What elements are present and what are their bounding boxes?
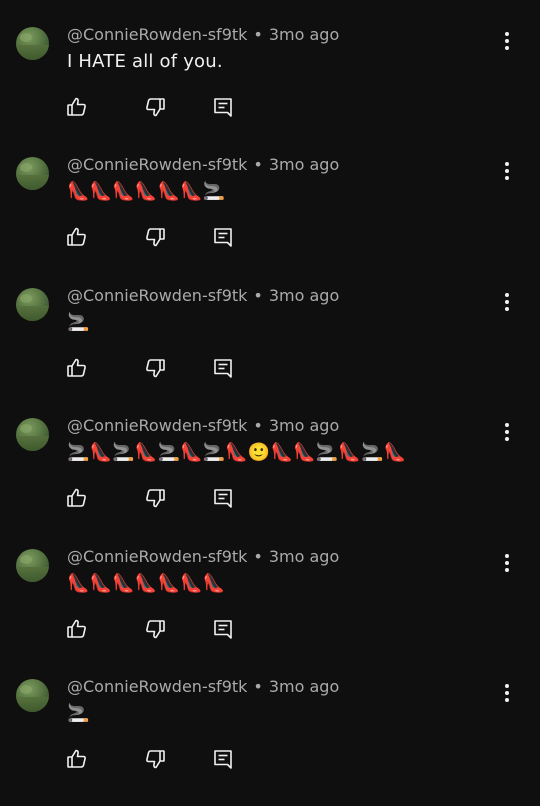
comment-time[interactable]: 3mo ago: [269, 677, 339, 696]
comment-meta: @ConnieRowden-sf9tk • 3mo ago: [67, 286, 339, 306]
comment-time[interactable]: 3mo ago: [269, 286, 339, 305]
thumbs-down-icon: [146, 620, 165, 639]
avatar[interactable]: [16, 418, 49, 451]
thumbs-down-icon: [146, 489, 165, 508]
dislike-button[interactable]: [143, 95, 167, 119]
like-button[interactable]: [65, 356, 89, 380]
comment-item: @ConnieRowden-sf9tk • 3mo ago 🚬: [0, 284, 540, 415]
comment-item: @ConnieRowden-sf9tk • 3mo ago I HATE all o…: [0, 23, 540, 154]
comment-author[interactable]: @ConnieRowden-sf9tk: [67, 677, 247, 696]
meta-separator: •: [253, 286, 263, 305]
dislike-button[interactable]: [143, 356, 167, 380]
reply-button[interactable]: [211, 95, 235, 119]
avatar[interactable]: [16, 679, 49, 712]
meta-separator: •: [253, 25, 263, 44]
comment-item: @ConnieRowden-sf9tk • 3mo ago 🚬: [0, 675, 540, 806]
comment-text: 🚬: [67, 312, 90, 333]
comment-meta: @ConnieRowden-sf9tk • 3mo ago: [67, 547, 339, 567]
reply-comment-icon: [214, 228, 232, 247]
thumbs-down-icon: [146, 359, 165, 378]
more-vertical-icon[interactable]: [496, 681, 518, 705]
comment-meta: @ConnieRowden-sf9tk • 3mo ago: [67, 155, 339, 175]
comment-author[interactable]: @ConnieRowden-sf9tk: [67, 547, 247, 566]
reply-button[interactable]: [211, 356, 235, 380]
reply-button[interactable]: [211, 225, 235, 249]
meta-separator: •: [253, 416, 263, 435]
dislike-button[interactable]: [143, 617, 167, 641]
reply-button[interactable]: [211, 747, 235, 771]
thumbs-down-icon: [146, 750, 165, 769]
reply-button[interactable]: [211, 486, 235, 510]
meta-separator: •: [253, 677, 263, 696]
reply-comment-icon: [214, 489, 232, 508]
reply-comment-icon: [214, 359, 232, 378]
comment-time[interactable]: 3mo ago: [269, 547, 339, 566]
comment-item: @ConnieRowden-sf9tk • 3mo ago 👠👠👠👠👠👠👠: [0, 545, 540, 676]
comment-author[interactable]: @ConnieRowden-sf9tk: [67, 286, 247, 305]
dislike-button[interactable]: [143, 747, 167, 771]
meta-separator: •: [253, 547, 263, 566]
thumbs-up-icon: [67, 97, 86, 116]
reply-comment-icon: [214, 98, 232, 117]
thumbs-down-icon: [146, 98, 165, 117]
thumbs-up-icon: [67, 488, 86, 507]
avatar[interactable]: [16, 288, 49, 321]
thumbs-up-icon: [67, 619, 86, 638]
comment-author[interactable]: @ConnieRowden-sf9tk: [67, 155, 247, 174]
thumbs-up-icon: [67, 749, 86, 768]
dislike-button[interactable]: [143, 486, 167, 510]
comment-text: I HATE all of you.: [67, 51, 223, 72]
comment-meta: @ConnieRowden-sf9tk • 3mo ago: [67, 25, 339, 45]
comment-meta: @ConnieRowden-sf9tk • 3mo ago: [67, 416, 339, 436]
comment-item: @ConnieRowden-sf9tk • 3mo ago 🚬👠🚬👠🚬👠🚬👠🙂👠👠🚬…: [0, 414, 540, 545]
like-button[interactable]: [65, 747, 89, 771]
reply-button[interactable]: [211, 617, 235, 641]
avatar[interactable]: [16, 549, 49, 582]
more-vertical-icon[interactable]: [496, 159, 518, 183]
more-vertical-icon[interactable]: [496, 551, 518, 575]
comment-meta: @ConnieRowden-sf9tk • 3mo ago: [67, 677, 339, 697]
comment-time[interactable]: 3mo ago: [269, 25, 339, 44]
avatar[interactable]: [16, 27, 49, 60]
more-vertical-icon[interactable]: [496, 420, 518, 444]
thumbs-up-icon: [67, 227, 86, 246]
thumbs-down-icon: [146, 228, 165, 247]
comment-text: 🚬: [67, 703, 90, 724]
reply-comment-icon: [214, 620, 232, 639]
comment-text: 👠👠👠👠👠👠👠: [67, 573, 226, 594]
like-button[interactable]: [65, 95, 89, 119]
reply-comment-icon: [214, 750, 232, 769]
comment-author[interactable]: @ConnieRowden-sf9tk: [67, 25, 247, 44]
avatar[interactable]: [16, 157, 49, 190]
comment-text: 🚬👠🚬👠🚬👠🚬👠🙂👠👠🚬👠🚬👠: [67, 442, 407, 463]
like-button[interactable]: [65, 617, 89, 641]
comment-time[interactable]: 3mo ago: [269, 155, 339, 174]
comment-item: @ConnieRowden-sf9tk • 3mo ago 👠👠👠👠👠👠🚬: [0, 153, 540, 284]
comment-time[interactable]: 3mo ago: [269, 416, 339, 435]
more-vertical-icon[interactable]: [496, 29, 518, 53]
comment-author[interactable]: @ConnieRowden-sf9tk: [67, 416, 247, 435]
meta-separator: •: [253, 155, 263, 174]
comment-text: 👠👠👠👠👠👠🚬: [67, 181, 226, 202]
like-button[interactable]: [65, 486, 89, 510]
dislike-button[interactable]: [143, 225, 167, 249]
more-vertical-icon[interactable]: [496, 290, 518, 314]
like-button[interactable]: [65, 225, 89, 249]
thumbs-up-icon: [67, 358, 86, 377]
